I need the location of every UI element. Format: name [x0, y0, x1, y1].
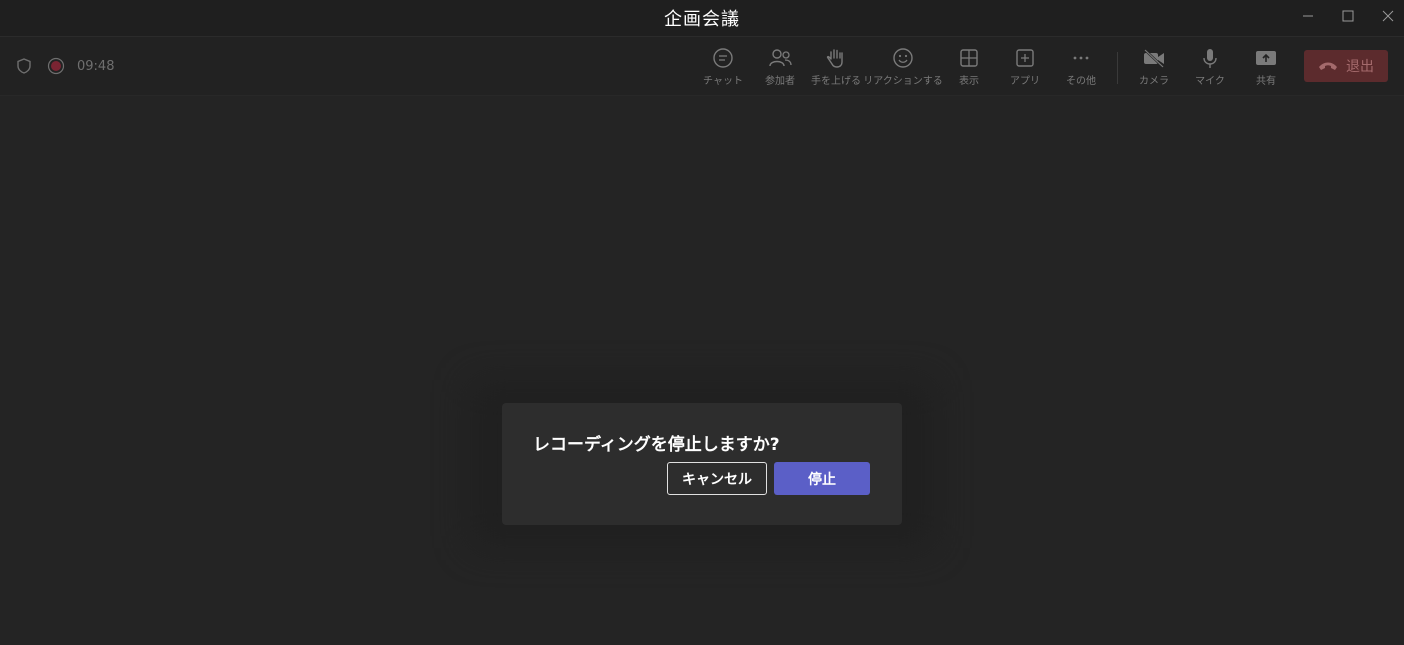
toolbar-more[interactable]: その他 [1058, 47, 1104, 91]
toolbar-raise-hand[interactable]: 手を上げる [810, 47, 862, 91]
toolbar-more-label: その他 [1066, 76, 1096, 87]
stop-button[interactable]: 停止 [774, 462, 870, 495]
toolbar-raise-hand-label: 手を上げる [811, 76, 861, 87]
toolbar-reactions-label: リアクションする [863, 76, 943, 87]
toolbar-mic[interactable]: マイク [1187, 47, 1233, 91]
hang-up-icon [1319, 62, 1337, 70]
cancel-button[interactable]: キャンセル [667, 462, 767, 495]
minimize-button[interactable] [1288, 0, 1328, 32]
grid-view-icon [960, 49, 978, 67]
dialog-title: レコーディングを停止しますか? [533, 435, 780, 455]
meeting-toolbar: 09:48 チャット 参加者 手を上げる リアクションする 表示 アプリ その他… [0, 37, 1404, 96]
minimize-icon [1303, 15, 1313, 17]
leave-button-label: 退出 [1346, 59, 1374, 75]
raise-hand-icon [826, 49, 843, 68]
more-icon [1073, 56, 1089, 60]
toolbar-view[interactable]: 表示 [946, 47, 992, 91]
toolbar-share-label: 共有 [1256, 76, 1276, 87]
people-icon [769, 49, 792, 67]
mic-icon [1203, 49, 1217, 68]
window-title: 企画会議 [664, 9, 740, 30]
toolbar-reactions[interactable]: リアクションする [863, 47, 943, 91]
share-icon [1256, 51, 1276, 65]
close-button[interactable] [1368, 0, 1404, 32]
toolbar-share[interactable]: 共有 [1243, 47, 1289, 91]
toolbar-mic-label: マイク [1195, 76, 1225, 87]
maximize-button[interactable] [1328, 0, 1368, 32]
toolbar-chat[interactable]: チャット [700, 47, 746, 91]
toolbar-camera[interactable]: カメラ [1131, 47, 1177, 91]
maximize-icon [1342, 10, 1354, 22]
toolbar-chat-label: チャット [703, 76, 743, 87]
add-app-icon [1016, 49, 1034, 67]
toolbar-apps-label: アプリ [1010, 76, 1040, 87]
toolbar-participants[interactable]: 参加者 [757, 47, 803, 91]
smiley-icon [893, 48, 913, 68]
title-bar: 企画会議 [0, 0, 1404, 37]
close-icon [1382, 10, 1394, 22]
toolbar-apps[interactable]: アプリ [1002, 47, 1048, 91]
recording-icon[interactable] [47, 57, 65, 75]
camera-off-icon [1144, 49, 1164, 68]
toolbar-camera-label: カメラ [1139, 76, 1169, 87]
shield-icon [17, 58, 31, 74]
leave-button[interactable]: 退出 [1304, 50, 1388, 82]
chat-icon [713, 48, 733, 68]
stop-recording-dialog: レコーディングを停止しますか? キャンセル 停止 [502, 403, 902, 525]
meeting-timer: 09:48 [77, 58, 115, 74]
toolbar-participants-label: 参加者 [765, 76, 795, 87]
meeting-status: 09:48 [14, 57, 114, 75]
toolbar-divider [1117, 52, 1118, 84]
toolbar-view-label: 表示 [959, 76, 979, 87]
